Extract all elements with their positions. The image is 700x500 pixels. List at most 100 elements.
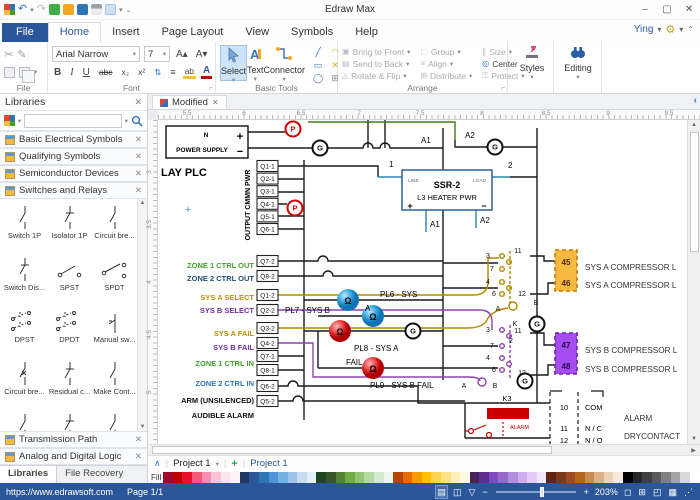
terminal-block-sys-a[interactable]: 45 46 [555, 250, 577, 291]
symbol-extra-1[interactable] [2, 409, 47, 431]
rectangle-tool-icon[interactable]: ▭ [311, 60, 325, 72]
paste-icon[interactable] [4, 67, 15, 78]
library-close-icon[interactable]: ✕ [135, 134, 142, 145]
vertical-scrollbar[interactable]: ▲ ▼ [687, 120, 700, 444]
fit-width-icon[interactable]: ⊞ [637, 486, 647, 498]
palette-swatch[interactable] [680, 472, 690, 483]
libraries-close-icon[interactable]: ✕ [134, 97, 142, 108]
palette-swatch[interactable] [393, 472, 403, 483]
line-tool-icon[interactable]: ╱ [311, 47, 325, 59]
tab-help[interactable]: Help [344, 23, 389, 42]
preview-dropdown[interactable]: ▾ [119, 6, 123, 14]
grid-icon[interactable]: ▦ [667, 486, 678, 498]
panel-tab-file-recovery[interactable]: File Recovery [57, 466, 131, 483]
palette-swatch[interactable] [518, 472, 528, 483]
palette-swatch[interactable] [202, 472, 212, 483]
redo-icon[interactable]: ↷ [37, 4, 46, 15]
tab-file[interactable]: File [2, 23, 48, 42]
print-icon[interactable] [91, 4, 102, 15]
select-tool-button[interactable]: Select▾ [220, 45, 247, 81]
palette-swatch[interactable] [441, 472, 451, 483]
palette-swatch[interactable] [173, 472, 183, 483]
symbol-extra-2[interactable] [47, 409, 92, 431]
horizontal-scroll-thumb[interactable] [152, 446, 552, 454]
line-spacing-icon[interactable]: ⇅ [152, 67, 163, 78]
search-icon[interactable] [131, 115, 143, 127]
styles-button[interactable]: Styles▾ [512, 45, 552, 81]
terminal-block-sys-b[interactable]: 47 48 [555, 333, 577, 374]
symbol-isolator-1p[interactable]: Isolator 1P [47, 201, 92, 253]
document-close-icon[interactable]: ✕ [212, 98, 219, 107]
preview-icon[interactable] [105, 4, 116, 15]
minimize-button[interactable]: – [634, 4, 656, 15]
palette-swatch[interactable] [594, 472, 604, 483]
collapse-ribbon-icon[interactable]: ⌃ [687, 25, 694, 34]
palette-swatch[interactable] [230, 472, 240, 483]
document-tab[interactable]: Modified✕ [152, 95, 227, 109]
font-name-select[interactable]: Arial Narrow▾ [52, 46, 140, 62]
bold-button[interactable]: B [52, 67, 63, 78]
palette-swatch[interactable] [508, 472, 518, 483]
library-item-transmission-path[interactable]: Transmission Path✕ [0, 431, 147, 448]
palette-swatch[interactable] [355, 472, 365, 483]
superscript-button[interactable]: x² [136, 67, 147, 77]
library-menu-dropdown[interactable]: ▾ [18, 117, 21, 125]
palette-swatch[interactable] [211, 472, 221, 483]
palette-swatch[interactable] [345, 472, 355, 483]
font-color-button[interactable]: A [201, 65, 212, 79]
search-history-dropdown[interactable]: ▾ [125, 117, 128, 125]
zoom-select-icon[interactable]: ◰ [652, 486, 663, 498]
symbol-switch-disconnector[interactable]: Switch Dis... [2, 253, 47, 305]
decrease-font-icon[interactable]: A▾ [194, 49, 210, 60]
bring-to-front-button[interactable]: ▣Bring to Front▾ [342, 46, 410, 57]
account-name[interactable]: Ying [634, 24, 654, 35]
tab-view[interactable]: View [234, 23, 280, 42]
symbol-spdt[interactable]: SPDT [92, 253, 137, 305]
page-selector[interactable]: Project 1 [173, 458, 211, 469]
symbol-circuit-breaker-2[interactable]: Circuit bre... [2, 357, 47, 409]
highlight-color-button[interactable]: ab [183, 66, 196, 79]
symbol-extra-3[interactable] [92, 409, 137, 431]
symbol-manual-switch[interactable]: Manual sw... [92, 305, 137, 357]
library-item-analog-digital-logic[interactable]: Analog and Digital Logic✕ [0, 448, 147, 465]
font-dialog-launcher[interactable]: ⌐ [209, 85, 213, 92]
palette-swatch[interactable] [527, 472, 537, 483]
palette-swatch[interactable] [498, 472, 508, 483]
add-page-button[interactable]: + [231, 458, 237, 470]
library-item-basic-electrical[interactable]: Basic Electrical Symbols✕ [0, 131, 147, 148]
library-search-input[interactable] [24, 114, 121, 128]
palette-swatch[interactable] [221, 472, 231, 483]
customize-toolbar-icon[interactable]: ⌄ [125, 6, 131, 14]
palette-swatch[interactable] [479, 472, 489, 483]
palette-swatch[interactable] [642, 472, 652, 483]
collapse-panel-icon[interactable]: ‹ [694, 95, 697, 106]
open-icon[interactable] [63, 4, 74, 15]
ssr-box[interactable]: LINE LOAD SSR-2 L3 HEATER PWR + − [402, 170, 492, 211]
horizontal-scrollbar[interactable]: ▶ [148, 444, 700, 455]
palette-swatch[interactable] [307, 472, 317, 483]
undo-dropdown[interactable]: ▾ [30, 6, 34, 14]
drawing-canvas[interactable]: N POWER SUPPLY + − LAY PLC OUTPUT CMMN P… [158, 120, 687, 444]
palette-swatch[interactable] [556, 472, 566, 483]
account-dropdown[interactable]: ▾ [657, 25, 661, 34]
palette-swatch[interactable] [403, 472, 413, 483]
palette-swatch[interactable] [671, 472, 681, 483]
pan-view-icon[interactable]: ◫ [452, 486, 463, 498]
palette-swatch[interactable] [566, 472, 576, 483]
close-button[interactable]: ✕ [678, 4, 700, 15]
palette-swatch[interactable] [623, 472, 633, 483]
palette-swatch[interactable] [575, 472, 585, 483]
tab-page-layout[interactable]: Page Layout [151, 23, 235, 42]
tab-insert[interactable]: Insert [101, 23, 151, 42]
palette-swatch[interactable] [384, 472, 394, 483]
palette-swatch[interactable] [364, 472, 374, 483]
save-icon[interactable] [77, 4, 88, 15]
cut-icon[interactable]: ✂ [4, 48, 13, 61]
tab-symbols[interactable]: Symbols [280, 23, 344, 42]
undo-icon[interactable]: ↶ [18, 4, 27, 15]
palette-swatch[interactable] [537, 472, 547, 483]
palette-swatch[interactable] [546, 472, 556, 483]
palette-swatch[interactable] [249, 472, 259, 483]
text-tool-button[interactable]: A Text▾ [247, 45, 264, 81]
palette-swatch[interactable] [192, 472, 202, 483]
